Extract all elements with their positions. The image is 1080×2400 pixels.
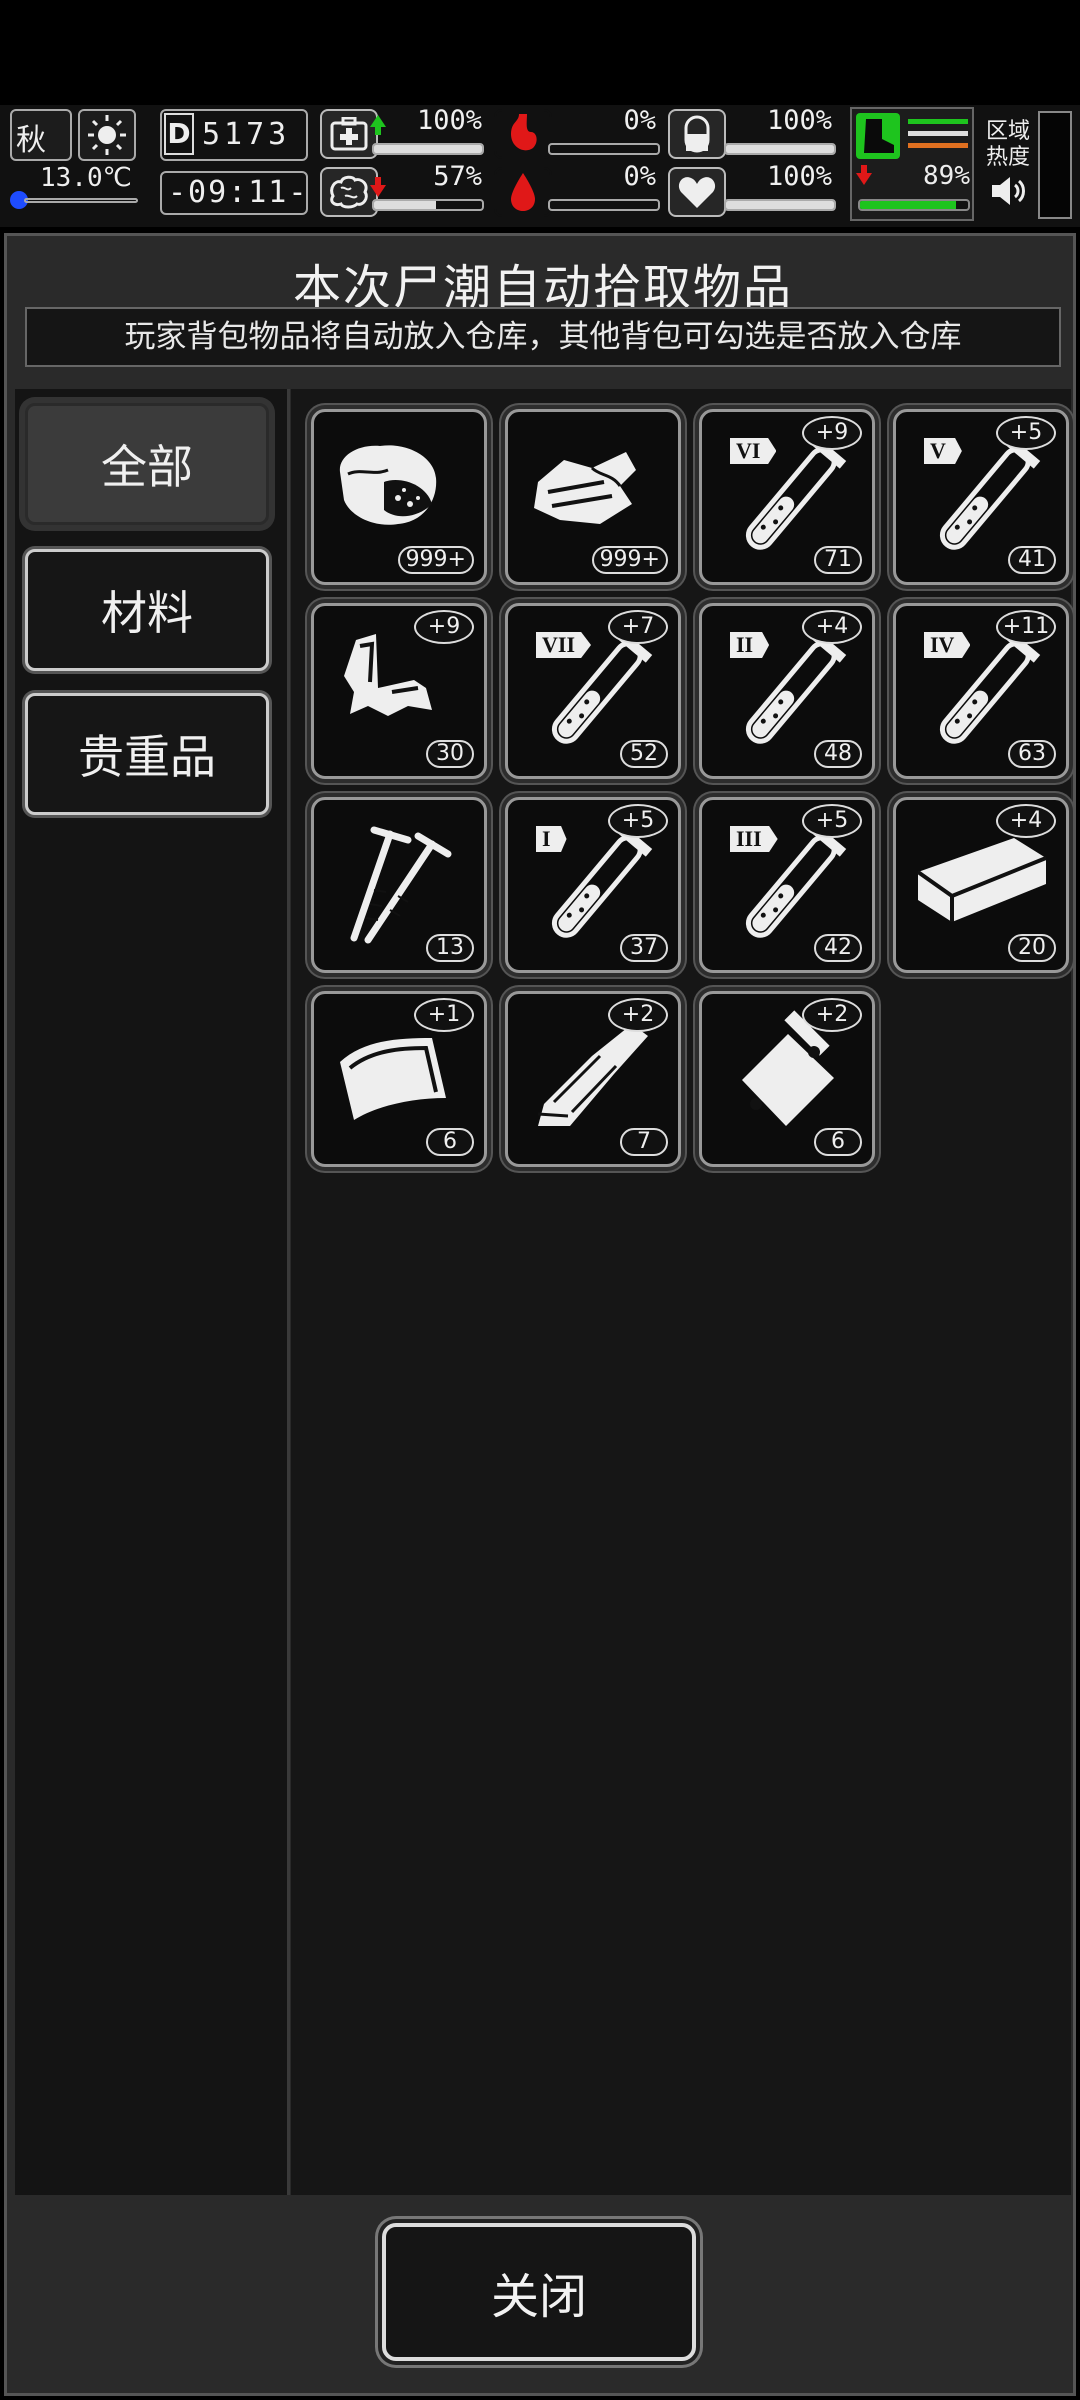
blood-drop-icon <box>494 167 552 217</box>
new-count-badge: +2 <box>608 998 668 1032</box>
item-count: 999+ <box>397 546 474 574</box>
medicine-value: 100% <box>766 105 832 136</box>
hunger-bar <box>548 143 660 155</box>
item-slot[interactable]: II +4 48 <box>699 603 875 779</box>
item-grid: 999+ 999+ VI +9 71 V +5 41 +9 30 VII +7 52 II +4 48 IV +1… <box>291 389 1071 2195</box>
item-count: 41 <box>1008 546 1056 574</box>
season-box: 秋 <box>10 109 72 161</box>
item-slot[interactable]: +9 30 <box>311 603 487 779</box>
item-slot[interactable]: 13 <box>311 797 487 973</box>
stamina-panel: 89% <box>850 107 974 221</box>
item-count: 48 <box>814 740 862 768</box>
stamina-bar <box>858 199 970 211</box>
item-slot[interactable]: +2 6 <box>699 991 875 1167</box>
sanity-value: 57% <box>433 161 482 192</box>
medicine-bar <box>724 143 836 155</box>
item-slot[interactable]: VII +7 52 <box>505 603 681 779</box>
boot-icon <box>856 113 900 159</box>
item-count: 6 <box>426 1128 474 1156</box>
item-count: 71 <box>814 546 862 574</box>
item-count: 20 <box>1008 934 1056 962</box>
item-slot[interactable]: I +5 37 <box>505 797 681 973</box>
item-slot[interactable]: VI +9 71 <box>699 409 875 585</box>
tier-label: III <box>730 826 778 852</box>
category-sidebar: 全部 材料 贵重品 <box>15 389 290 2195</box>
close-button[interactable]: 关闭 <box>382 2223 696 2361</box>
pill-icon <box>668 109 726 159</box>
area-heat-gauge <box>1038 111 1072 219</box>
item-slot[interactable]: +1 6 <box>311 991 487 1167</box>
tier-label: II <box>730 632 770 658</box>
season-label: 秋 <box>16 123 46 158</box>
thermometer-icon <box>10 191 138 209</box>
item-slot[interactable]: +4 20 <box>893 797 1069 973</box>
stomach-icon <box>494 109 552 159</box>
new-count-badge: +4 <box>802 610 862 644</box>
blood-bar <box>548 199 660 211</box>
item-count: 13 <box>426 934 474 962</box>
tier-label: I <box>536 826 567 852</box>
blood-value: 0% <box>623 161 656 192</box>
item-count: 63 <box>1008 740 1056 768</box>
new-count-badge: +2 <box>802 998 862 1032</box>
new-count-badge: +4 <box>996 804 1056 838</box>
time-value: -09:11- <box>168 175 309 210</box>
item-slot[interactable]: 999+ <box>505 409 681 585</box>
sanity-bar <box>372 199 484 211</box>
item-count: 42 <box>814 934 862 962</box>
clock: -09:11- <box>160 171 308 215</box>
area-heat-label: 区域 热度 <box>986 119 1031 170</box>
new-count-badge: +5 <box>608 804 668 838</box>
panel-subtitle: 玩家背包物品将自动放入仓库，其他背包可勾选是否放入仓库 <box>25 307 1061 367</box>
category-tab-materials[interactable]: 材料 <box>25 549 269 671</box>
hunger-value: 0% <box>623 105 656 136</box>
health-value: 100% <box>416 105 482 136</box>
status-hud: 秋 13.0℃ D 5173 -09:11- 100% 0% 100% 57% … <box>0 105 1080 227</box>
mood-value: 100% <box>766 161 832 192</box>
tier-label: V <box>924 438 962 464</box>
day-counter: D 5173 <box>160 109 308 161</box>
sound-icon[interactable] <box>988 173 1028 209</box>
tier-label: VII <box>536 632 592 658</box>
category-tab-all[interactable]: 全部 <box>25 403 269 525</box>
item-count: 30 <box>426 740 474 768</box>
item-count: 52 <box>620 740 668 768</box>
new-count-badge: +7 <box>608 610 668 644</box>
item-count: 37 <box>620 934 668 962</box>
new-count-badge: +1 <box>414 998 474 1032</box>
new-count-badge: +9 <box>414 610 474 644</box>
heart-icon <box>668 167 726 217</box>
item-slot[interactable]: V +5 41 <box>893 409 1069 585</box>
item-slot[interactable]: 999+ <box>311 409 487 585</box>
new-count-badge: +5 <box>996 416 1056 450</box>
new-count-badge: +11 <box>996 610 1056 644</box>
item-slot[interactable]: +2 7 <box>505 991 681 1167</box>
mood-bar <box>724 199 836 211</box>
health-bar <box>372 143 484 155</box>
stamina-value: 89% <box>923 161 970 191</box>
item-count: 6 <box>814 1128 862 1156</box>
category-tab-valuables[interactable]: 贵重品 <box>25 693 269 815</box>
temperature-readout: 13.0℃ <box>40 163 132 193</box>
item-count: 7 <box>620 1128 668 1156</box>
item-count: 999+ <box>591 546 668 574</box>
auto-pickup-panel: 本次尸潮自动拾取物品 玩家背包物品将自动放入仓库，其他背包可勾选是否放入仓库 全… <box>4 233 1076 2396</box>
item-slot[interactable]: III +5 42 <box>699 797 875 973</box>
weather-sun-icon <box>78 109 136 161</box>
item-slot[interactable]: IV +11 63 <box>893 603 1069 779</box>
tier-label: VI <box>730 438 777 464</box>
new-count-badge: +5 <box>802 804 862 838</box>
day-value: 5173 <box>202 117 291 152</box>
tier-label: IV <box>924 632 971 658</box>
stamina-trend-down-icon <box>856 165 872 185</box>
new-count-badge: +9 <box>802 416 862 450</box>
